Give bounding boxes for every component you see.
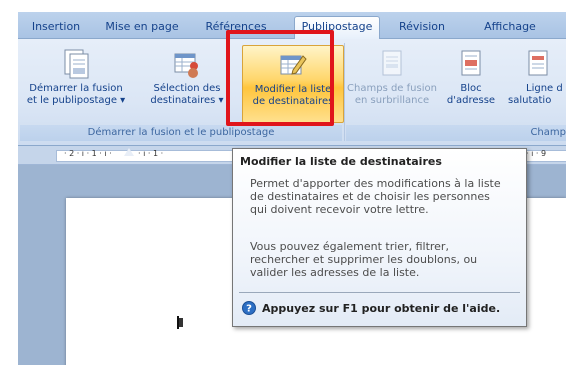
highlight-merge-fields-button[interactable]: Champs de fusion en surbrillance [346,45,438,123]
select-recipients-label: Sélection des destinataires ▾ [150,83,224,106]
tab-mise-en-page[interactable]: Mise en page [96,17,188,38]
tooltip-title: Modifier la liste de destinataires [240,155,442,168]
group-label-start-merge: Démarrer la fusion et le publipostage [20,125,342,141]
text-cursor-icon [177,316,183,329]
tooltip-help-text: Appuyez sur F1 pour obtenir de l'aide. [262,302,501,315]
ruler-ticks-middle: · ı · 1 · [138,149,164,158]
group-label-fields: Champ [346,125,566,141]
group-label-fields-text: Champ [530,127,566,138]
tooltip-divider [239,292,520,293]
svg-text:?: ? [246,304,252,315]
address-block-icon [461,50,481,76]
greeting-line-icon [528,50,548,76]
select-recipients-button[interactable]: Sélection des destinataires ▾ [134,45,240,123]
ruler-ticks-left: · 2 · ı · 1 · ı · [64,149,112,158]
start-merge-label: Démarrer la fusion et le publipostage ▾ [26,83,126,106]
tooltip-description: Permet d'apporter des modifications à la… [250,177,501,216]
document-merge-icon [64,49,89,79]
greeting-line-label: Ligne d salutatio [508,83,563,106]
tab-revision[interactable]: Révision [390,17,454,38]
tooltip-details: Vous pouvez également trier, filtrer, re… [250,240,478,279]
start-merge-button[interactable]: Démarrer la fusion et le publipostage ▾ [20,45,132,123]
greeting-line-button[interactable]: Ligne d salutatio [504,45,566,123]
highlight-merge-fields-label: Champs de fusion en surbrillance [347,83,437,106]
address-block-label: Bloc d'adresse [446,83,496,106]
highlight-fields-icon [382,50,402,76]
ruler-ticks-right: · ı · 9 [526,149,547,158]
group-separator [344,43,345,141]
indent-marker[interactable] [124,148,134,156]
tab-affichage[interactable]: Affichage [470,17,550,38]
tab-insertion[interactable]: Insertion [24,17,88,38]
recipients-table-icon [174,53,198,78]
help-icon: ? [242,301,256,315]
tooltip: Modifier la liste de destinataires Perme… [232,148,527,327]
highlight-box [226,30,334,126]
word-window: Insertion Mise en page Références Publip… [0,0,566,365]
address-block-button[interactable]: Bloc d'adresse [440,45,502,123]
